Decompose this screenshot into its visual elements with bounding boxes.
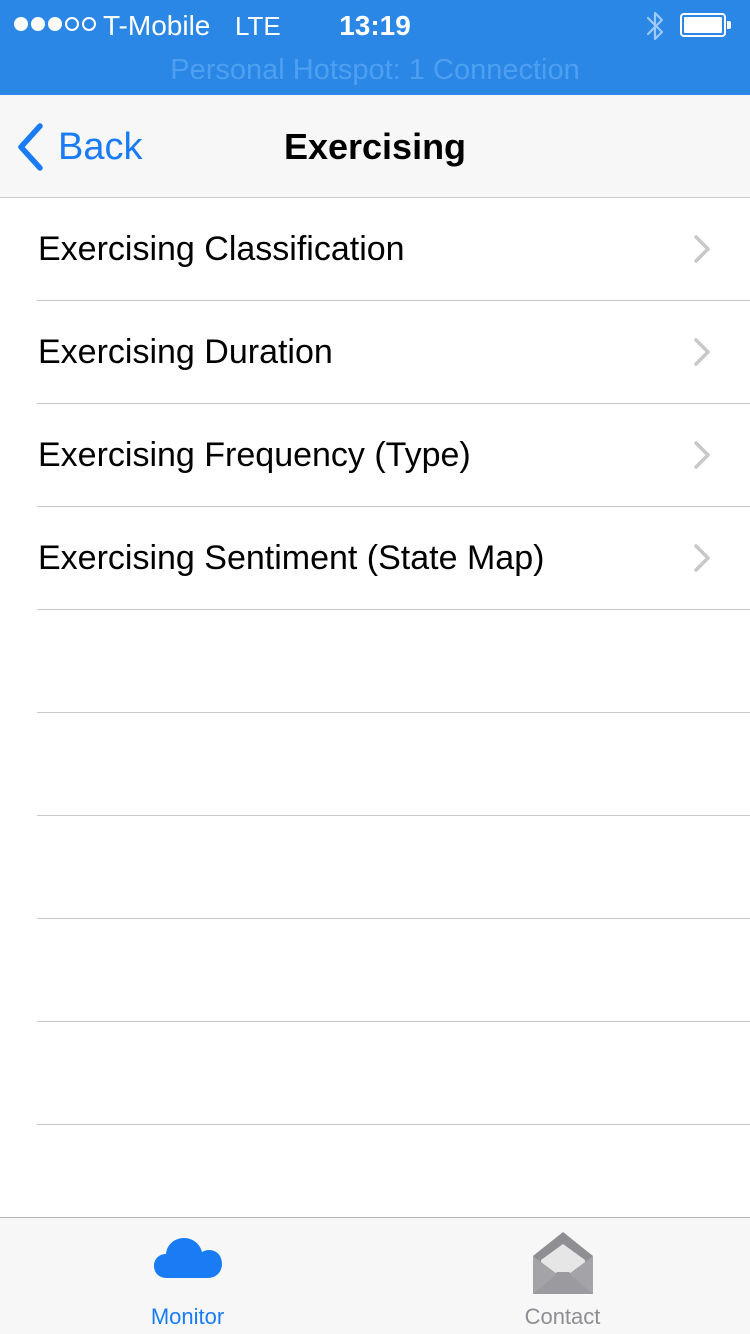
screen: T-Mobile LTE 13:19 Personal Hotspot: 1 C… [0,0,750,1334]
menu-table: Exercising Classification Exercising Dur… [0,198,750,1228]
tab-label: Contact [524,1304,601,1329]
tab-label: Monitor [150,1304,225,1329]
navigation-bar: Back Exercising [0,95,750,198]
empty-row [0,1125,750,1228]
list-item-label: Exercising Sentiment (State Map) [38,539,545,577]
envelope-icon [532,1232,593,1294]
list-item-exercising-duration[interactable]: Exercising Duration [0,301,750,404]
list-item-label: Exercising Classification [38,230,405,268]
list-item-exercising-sentiment[interactable]: Exercising Sentiment (State Map) [0,507,750,610]
chevron-right-icon [694,235,710,263]
list-item-exercising-classification[interactable]: Exercising Classification [0,198,750,301]
tab-contact[interactable]: Contact [375,1218,750,1334]
list-item-label: Exercising Duration [38,333,333,371]
empty-row [0,610,750,713]
cloud-icon [153,1238,222,1278]
bluetooth-icon [641,9,669,48]
status-area[interactable]: T-Mobile LTE 13:19 Personal Hotspot: 1 C… [0,0,750,95]
tab-bar: Monitor Contact [0,1217,750,1334]
page-title: Exercising [283,126,467,167]
chevron-right-icon [694,441,710,469]
chevron-right-icon [694,338,710,366]
chevron-right-icon [694,544,710,572]
empty-row [0,1022,750,1125]
empty-row [0,713,750,816]
tab-monitor[interactable]: Monitor [0,1218,375,1334]
battery-icon [680,13,732,37]
status-time: 13:19 [339,10,411,41]
hotspot-banner[interactable]: Personal Hotspot: 1 Connection [0,52,750,88]
empty-row [0,919,750,1022]
list-item-label: Exercising Frequency (Type) [38,436,471,474]
status-bar: T-Mobile LTE 13:19 [0,0,750,50]
list-item-exercising-frequency[interactable]: Exercising Frequency (Type) [0,404,750,507]
empty-row [0,816,750,919]
